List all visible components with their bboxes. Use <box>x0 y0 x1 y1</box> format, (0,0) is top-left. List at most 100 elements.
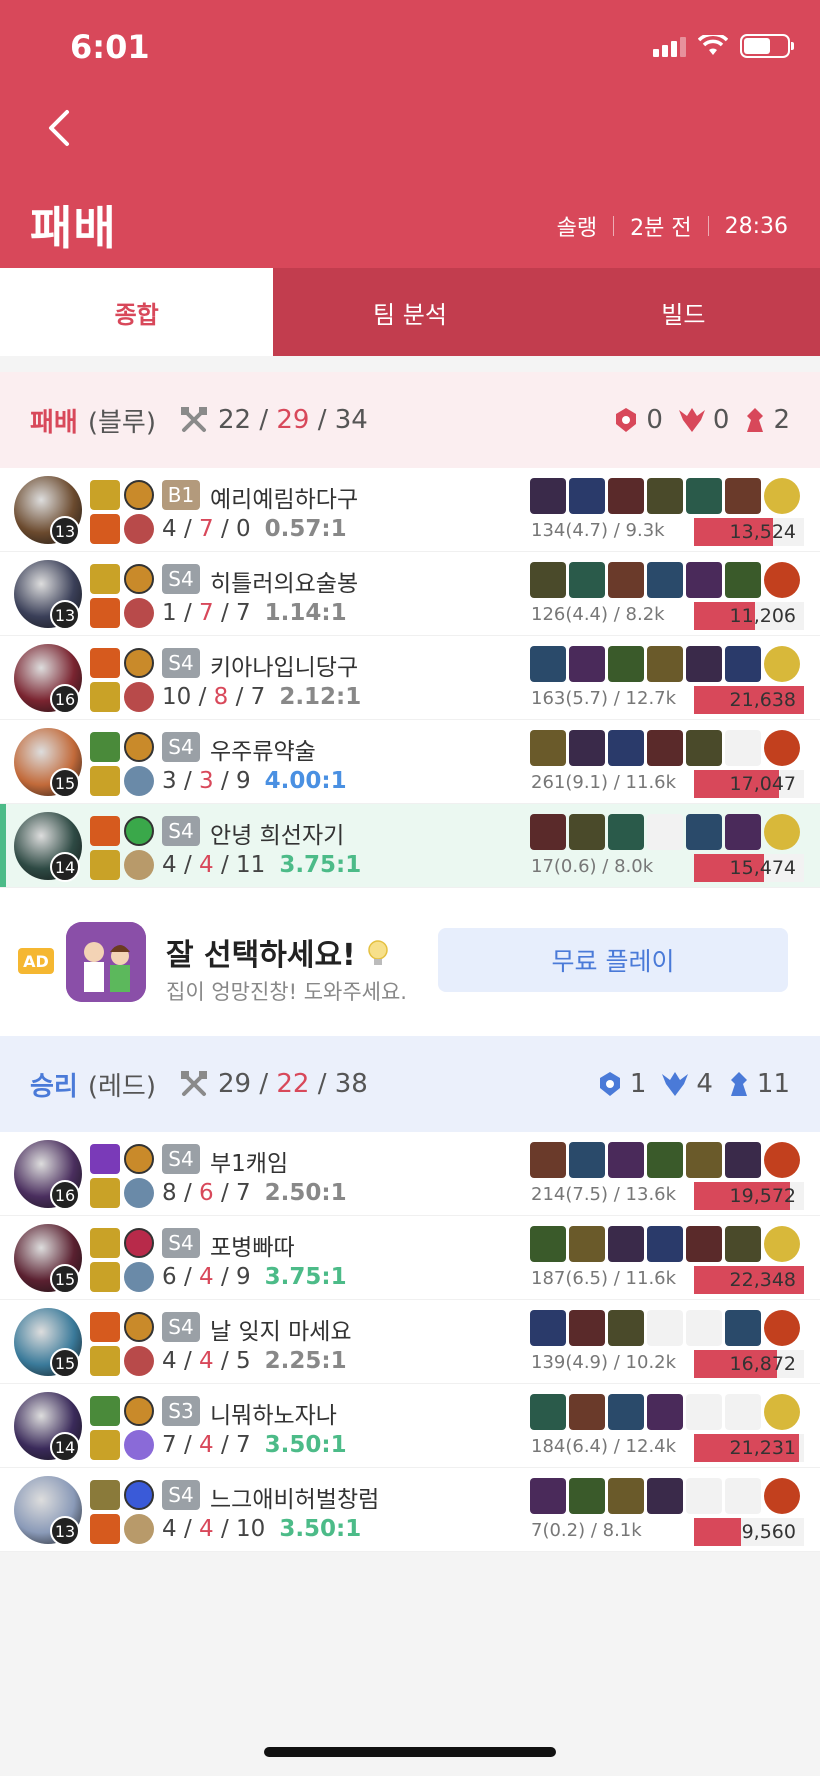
trinket-slot[interactable] <box>764 730 800 766</box>
secondary-rune-icon[interactable] <box>124 514 154 544</box>
item-slot[interactable] <box>725 1478 761 1514</box>
primary-rune-icon[interactable] <box>124 480 154 510</box>
primary-rune-icon[interactable] <box>124 732 154 762</box>
player-name[interactable]: 날 잊지 마세요 <box>210 1312 352 1346</box>
item-slot[interactable] <box>647 730 683 766</box>
item-slot[interactable] <box>686 1394 722 1430</box>
item-slot[interactable] <box>569 1394 605 1430</box>
item-slot[interactable] <box>608 814 644 850</box>
item-slot[interactable] <box>686 1310 722 1346</box>
tab-build[interactable]: 빌드 <box>547 268 820 356</box>
secondary-rune-icon[interactable] <box>124 1262 154 1292</box>
item-slot[interactable] <box>608 478 644 514</box>
player-row[interactable]: 15 S4 우주류약술 3 / 3 / 9 4.00:1 261(9.1) / 1… <box>0 720 820 804</box>
item-slot[interactable] <box>686 1226 722 1262</box>
item-slot[interactable] <box>608 1226 644 1262</box>
item-slot[interactable] <box>725 1394 761 1430</box>
primary-rune-icon[interactable] <box>124 1480 154 1510</box>
summoner-spell-icon[interactable] <box>90 1346 120 1376</box>
item-slot[interactable] <box>569 814 605 850</box>
secondary-rune-icon[interactable] <box>124 682 154 712</box>
trinket-slot[interactable] <box>764 814 800 850</box>
item-slot[interactable] <box>686 730 722 766</box>
primary-rune-icon[interactable] <box>124 1312 154 1342</box>
item-slot[interactable] <box>530 1226 566 1262</box>
trinket-slot[interactable] <box>764 478 800 514</box>
item-slot[interactable] <box>686 562 722 598</box>
player-name[interactable]: 포병빠따 <box>210 1228 295 1262</box>
summoner-spell-icon[interactable] <box>90 732 120 762</box>
item-slot[interactable] <box>608 646 644 682</box>
item-slot[interactable] <box>725 646 761 682</box>
item-slot[interactable] <box>647 1310 683 1346</box>
item-slot[interactable] <box>569 562 605 598</box>
item-slot[interactable] <box>686 1142 722 1178</box>
trinket-slot[interactable] <box>764 646 800 682</box>
ad-app-icon[interactable] <box>66 922 146 1002</box>
item-slot[interactable] <box>530 1310 566 1346</box>
item-slot[interactable] <box>647 814 683 850</box>
free-play-button[interactable]: 무료 플레이 <box>438 928 788 992</box>
back-chevron-icon[interactable] <box>36 106 80 150</box>
item-slot[interactable] <box>569 1142 605 1178</box>
item-slot[interactable] <box>686 1478 722 1514</box>
item-slot[interactable] <box>530 1394 566 1430</box>
player-name[interactable]: 안녕 희선자기 <box>210 816 344 850</box>
primary-rune-icon[interactable] <box>124 1144 154 1174</box>
item-slot[interactable] <box>725 730 761 766</box>
summoner-spell-icon[interactable] <box>90 816 120 846</box>
player-row[interactable]: 13 B1 예리예림하다구 4 / 7 / 0 0.57:1 134(4.7) /… <box>0 468 820 552</box>
item-slot[interactable] <box>530 562 566 598</box>
summoner-spell-icon[interactable] <box>90 766 120 796</box>
secondary-rune-icon[interactable] <box>124 1178 154 1208</box>
item-slot[interactable] <box>647 562 683 598</box>
summoner-spell-icon[interactable] <box>90 514 120 544</box>
player-name[interactable]: 우주류약술 <box>210 732 316 766</box>
item-slot[interactable] <box>686 646 722 682</box>
trinket-slot[interactable] <box>764 1226 800 1262</box>
summoner-spell-icon[interactable] <box>90 1480 120 1510</box>
item-slot[interactable] <box>647 1394 683 1430</box>
item-slot[interactable] <box>647 1142 683 1178</box>
player-name[interactable]: 히틀러의요술봉 <box>210 564 358 598</box>
item-slot[interactable] <box>569 1310 605 1346</box>
summoner-spell-icon[interactable] <box>90 1262 120 1292</box>
summoner-spell-icon[interactable] <box>90 1178 120 1208</box>
item-slot[interactable] <box>569 1478 605 1514</box>
item-slot[interactable] <box>725 562 761 598</box>
player-row[interactable]: 14 S4 안녕 희선자기 4 / 4 / 11 3.75:1 17(0.6) /… <box>0 804 820 888</box>
summoner-spell-icon[interactable] <box>90 1430 120 1460</box>
secondary-rune-icon[interactable] <box>124 598 154 628</box>
ad-banner[interactable]: AD 잘 선택하세요! 집이 엉망진창! 도와주세요. 무료 플레이 <box>0 888 820 1036</box>
tab-team-analysis[interactable]: 팀 분석 <box>273 268 546 356</box>
item-slot[interactable] <box>608 1142 644 1178</box>
item-slot[interactable] <box>647 1226 683 1262</box>
item-slot[interactable] <box>647 646 683 682</box>
player-name[interactable]: 예리예림하다구 <box>210 480 358 514</box>
player-row[interactable]: 15 S4 날 잊지 마세요 4 / 4 / 5 2.25:1 139(4.9) … <box>0 1300 820 1384</box>
item-slot[interactable] <box>530 814 566 850</box>
item-slot[interactable] <box>647 1478 683 1514</box>
player-row[interactable]: 15 S4 포병빠따 6 / 4 / 9 3.75:1 187(6.5) / 11… <box>0 1216 820 1300</box>
item-slot[interactable] <box>530 478 566 514</box>
summoner-spell-icon[interactable] <box>90 1514 120 1544</box>
player-row[interactable]: 13 S4 느그애비허벌창럼 4 / 4 / 10 3.50:1 7(0.2) /… <box>0 1468 820 1552</box>
secondary-rune-icon[interactable] <box>124 1346 154 1376</box>
primary-rune-icon[interactable] <box>124 648 154 678</box>
player-name[interactable]: 부1캐임 <box>210 1144 288 1178</box>
item-slot[interactable] <box>686 814 722 850</box>
item-slot[interactable] <box>608 562 644 598</box>
trinket-slot[interactable] <box>764 1310 800 1346</box>
primary-rune-icon[interactable] <box>124 816 154 846</box>
item-slot[interactable] <box>647 478 683 514</box>
summoner-spell-icon[interactable] <box>90 1396 120 1426</box>
item-slot[interactable] <box>569 646 605 682</box>
secondary-rune-icon[interactable] <box>124 1514 154 1544</box>
item-slot[interactable] <box>608 1478 644 1514</box>
tab-summary[interactable]: 종합 <box>0 268 274 356</box>
summoner-spell-icon[interactable] <box>90 564 120 594</box>
summoner-spell-icon[interactable] <box>90 1228 120 1258</box>
item-slot[interactable] <box>569 1226 605 1262</box>
trinket-slot[interactable] <box>764 1478 800 1514</box>
item-slot[interactable] <box>608 730 644 766</box>
